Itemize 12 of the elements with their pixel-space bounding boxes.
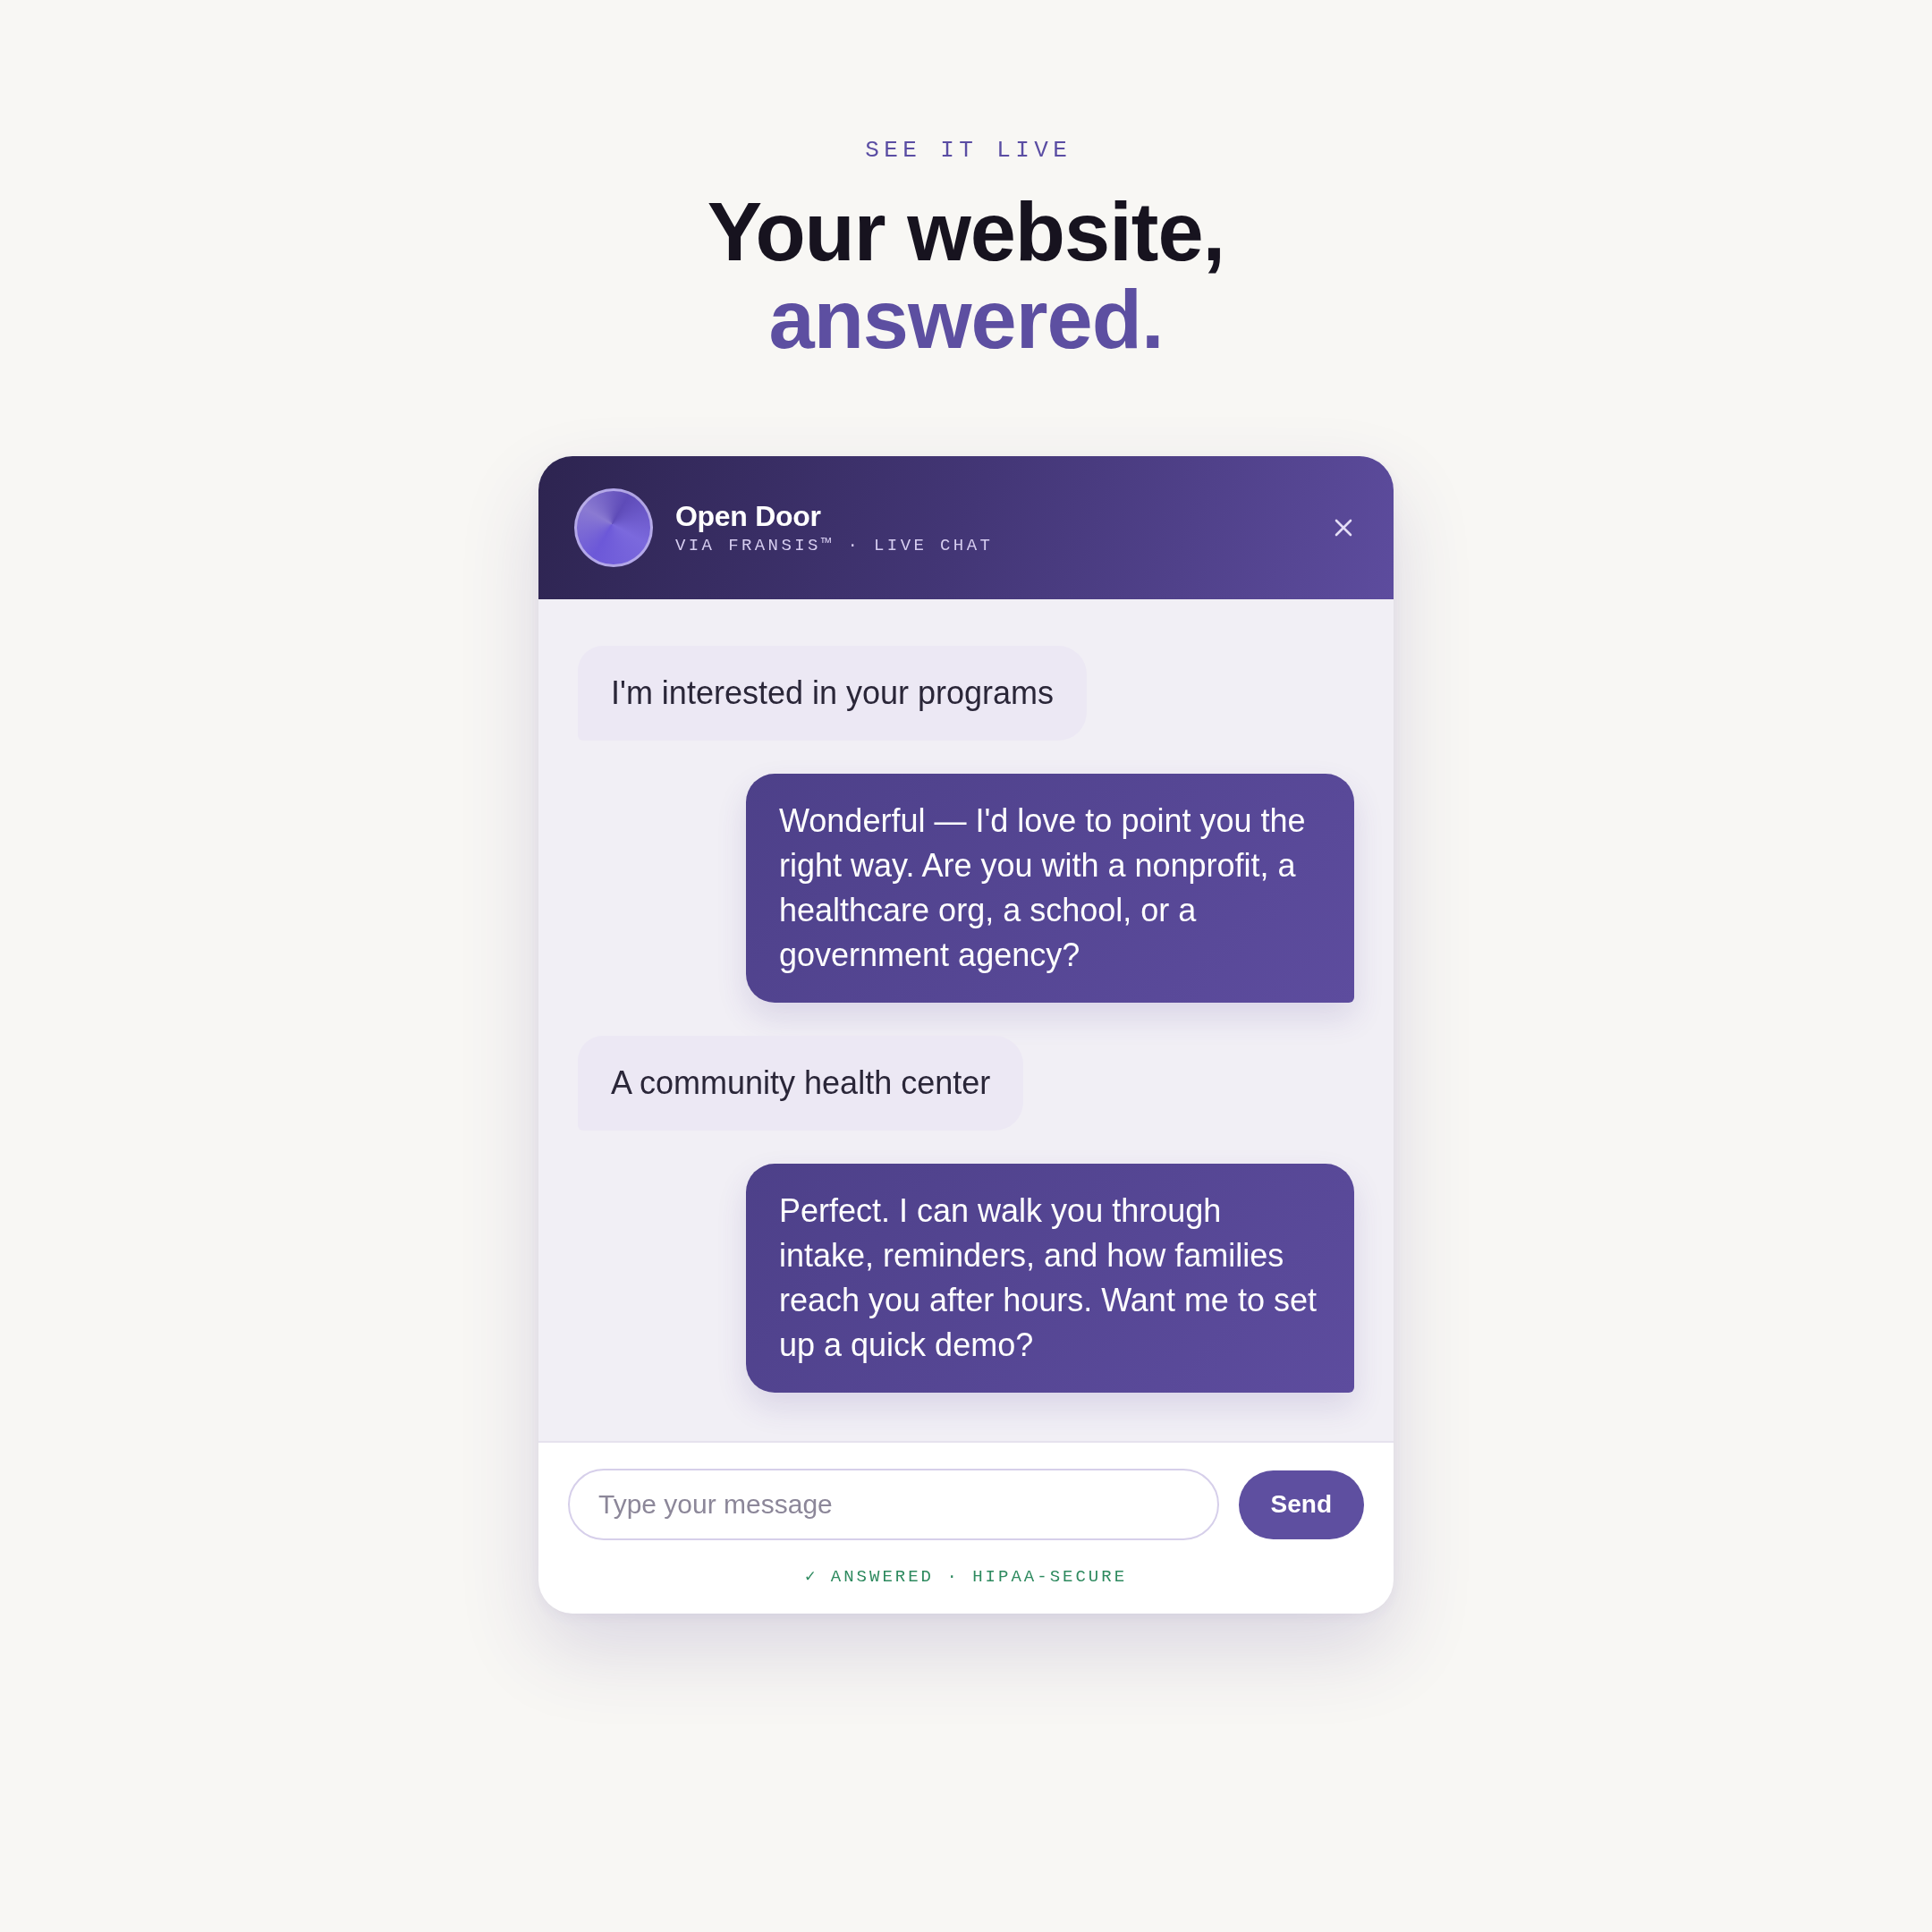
eyebrow-label: SEE IT LIVE [864,137,1072,164]
close-icon [1335,519,1352,537]
message-input[interactable]: Type your message [568,1469,1219,1540]
status-text: ✓ ANSWERED · HIPAA-SECURE [803,1566,1129,1588]
headline: Your website, answered. [707,188,1225,363]
message-bubble: Perfect. I can walk you through intake, reminders, and how families reach you after hours. Want me to set up a quick demo? [746,1164,1354,1393]
message-bubble: I'm interested in your programs [578,646,1088,741]
send-button[interactable]: Send [1238,1470,1364,1539]
message-bubble: Wonderful — I'd love to point you the right way. Are you with a nonprofit, a healthcare org, a school, or a government agency? [746,774,1354,1003]
chat-title: Open Door [675,499,822,533]
message-bubble: A community health center [578,1036,1024,1131]
chat-subtitle: VIA FRANSIS™ · LIVE CHAT [675,535,995,556]
